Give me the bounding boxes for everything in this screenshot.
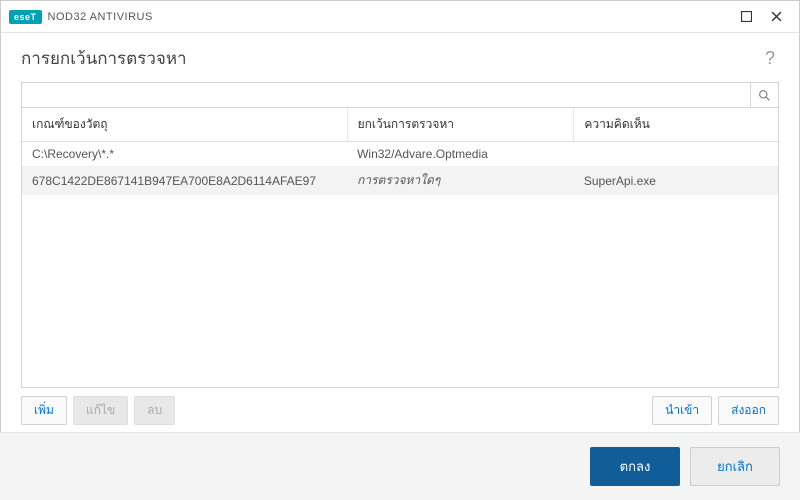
cell-exclusion: การตรวจหาใดๆ: [347, 166, 574, 195]
page-title: การยกเว้นการตรวจหา: [21, 45, 187, 72]
maximize-icon: [741, 11, 752, 22]
cell-exclusion: Win32/Advare.Optmedia: [347, 142, 574, 167]
page-header: การยกเว้นการตรวจหา ?: [1, 33, 799, 82]
close-button[interactable]: [761, 5, 791, 29]
export-button[interactable]: ส่งออก: [718, 396, 779, 425]
cell-criteria: 678C1422DE867141B947EA700E8A2D6114AFAE97: [22, 166, 347, 195]
exclusion-table: เกณฑ์ของวัตถุ ยกเว้นการตรวจหา ความคิดเห็…: [22, 108, 778, 195]
cell-comment: [574, 142, 778, 167]
import-button[interactable]: นำเข้า: [652, 396, 712, 425]
search-icon: [758, 89, 771, 102]
table-row[interactable]: 678C1422DE867141B947EA700E8A2D6114AFAE97…: [22, 166, 778, 195]
col-criteria[interactable]: เกณฑ์ของวัตถุ: [22, 108, 347, 142]
ok-button[interactable]: ตกลง: [590, 447, 680, 486]
cell-comment: SuperApi.exe: [574, 166, 778, 195]
delete-button[interactable]: ลบ: [134, 396, 175, 425]
table-row[interactable]: C:\Recovery\*.*Win32/Advare.Optmedia: [22, 142, 778, 167]
close-icon: [771, 11, 782, 22]
brand-badge: eseT: [9, 10, 42, 24]
maximize-button[interactable]: [731, 5, 761, 29]
action-row: เพิ่ม แก้ไข ลบ นำเข้า ส่งออก: [21, 388, 779, 425]
edit-button[interactable]: แก้ไข: [73, 396, 128, 425]
exclusion-table-container: เกณฑ์ของวัตถุ ยกเว้นการตรวจหา ความคิดเห็…: [21, 108, 779, 388]
app-logo: eseT NOD32 ANTIVIRUS: [9, 10, 153, 24]
col-comment[interactable]: ความคิดเห็น: [574, 108, 778, 142]
product-name: NOD32 ANTIVIRUS: [48, 11, 153, 23]
col-exclusion[interactable]: ยกเว้นการตรวจหา: [347, 108, 574, 142]
cell-criteria: C:\Recovery\*.*: [22, 142, 347, 167]
search-button[interactable]: [750, 83, 778, 107]
search-input[interactable]: [22, 83, 750, 107]
add-button[interactable]: เพิ่ม: [21, 396, 67, 425]
search-bar: [21, 82, 779, 108]
cancel-button[interactable]: ยกเลิก: [690, 447, 780, 486]
titlebar: eseT NOD32 ANTIVIRUS: [1, 1, 799, 33]
dialog-footer: ตกลง ยกเลิก: [0, 432, 800, 500]
help-button[interactable]: ?: [761, 48, 779, 69]
